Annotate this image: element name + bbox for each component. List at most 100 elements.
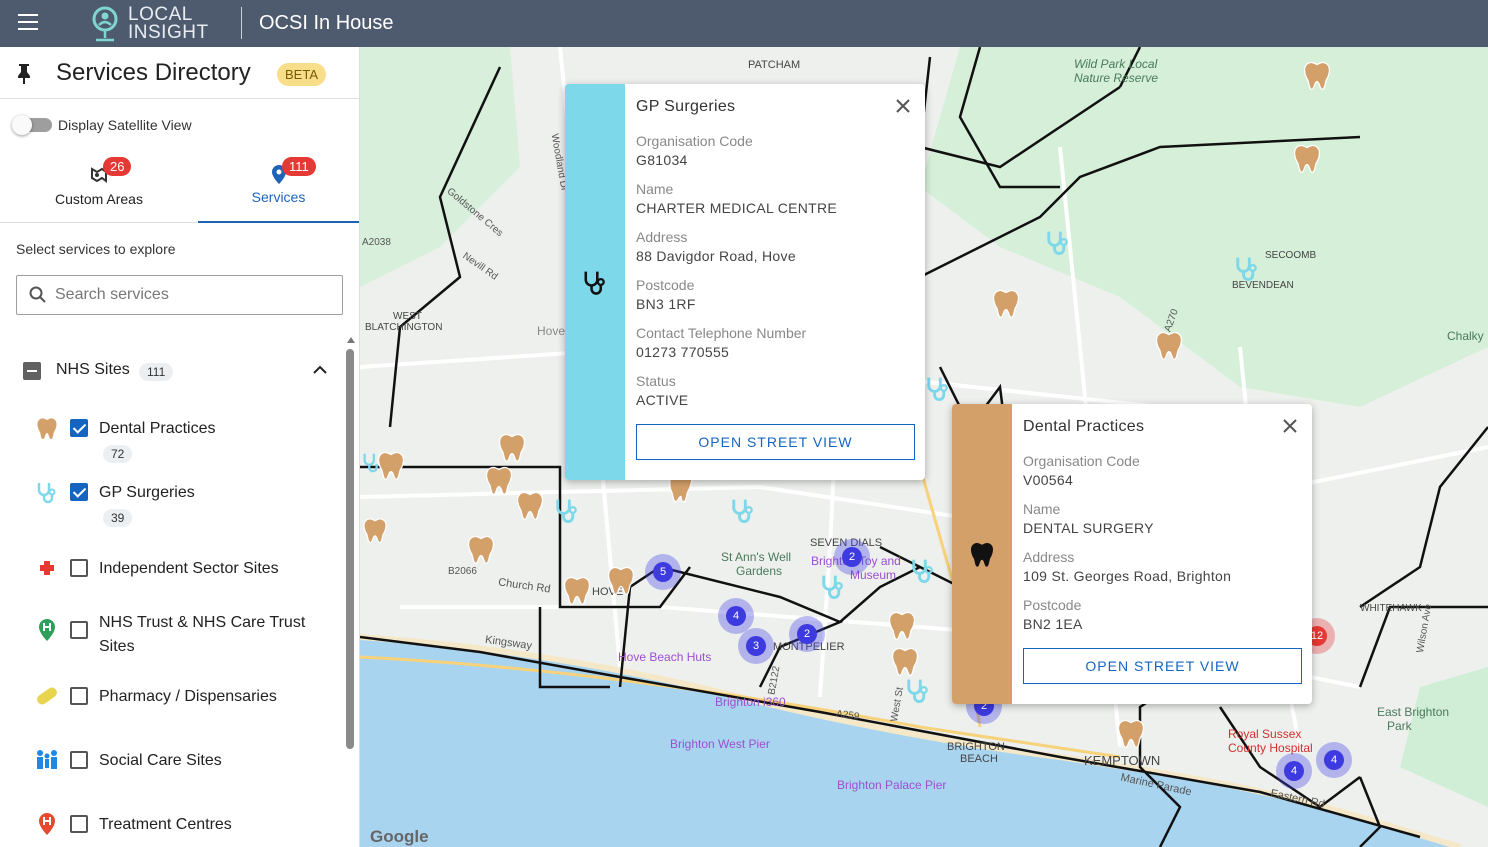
map-label: Royal Sussex bbox=[1228, 727, 1302, 741]
map-cluster[interactable]: 5 bbox=[645, 554, 681, 590]
list-item-social-care: Social Care Sites bbox=[0, 743, 340, 783]
beta-badge: BETA bbox=[277, 63, 326, 86]
dental-marker[interactable] bbox=[1300, 57, 1334, 93]
map-label: Brighton Palace Pier bbox=[837, 778, 947, 792]
gp-marker[interactable] bbox=[818, 571, 848, 601]
map-cluster[interactable]: 4 bbox=[1316, 742, 1352, 778]
dental-marker[interactable] bbox=[1290, 140, 1324, 176]
gp-marker[interactable] bbox=[728, 495, 758, 525]
map-label: WEST bbox=[393, 311, 422, 322]
dental-marker[interactable] bbox=[464, 531, 498, 567]
list-item-nhs-trust: NHS Trust & NHS Care Trust Sites bbox=[0, 605, 340, 661]
pharmacy-checkbox[interactable] bbox=[70, 687, 88, 705]
sidebar-title: Services Directory bbox=[56, 59, 251, 86]
chevron-up-icon[interactable] bbox=[312, 363, 328, 377]
map-cluster[interactable]: 3 bbox=[738, 628, 774, 664]
treatment-centres-checkbox[interactable] bbox=[70, 815, 88, 833]
gp-info-popup: GP Surgeries Organisation Code G81034 Na… bbox=[565, 84, 925, 480]
map-label: Brighton West Pier bbox=[670, 737, 770, 751]
map-cluster[interactable]: 4 bbox=[1276, 753, 1312, 789]
hospital-pin-icon bbox=[39, 619, 55, 641]
map-canvas[interactable]: PATCHAM Wild Park Local Nature Reserve S… bbox=[360, 47, 1488, 847]
independent-sector-checkbox[interactable] bbox=[70, 559, 88, 577]
custom-areas-badge: 26 bbox=[103, 157, 132, 176]
field-label: Organisation Code bbox=[1023, 453, 1140, 469]
people-icon bbox=[37, 750, 57, 769]
gp-surgeries-checkbox[interactable] bbox=[70, 483, 88, 501]
services-badge: 111 bbox=[282, 157, 316, 176]
dental-marker[interactable] bbox=[513, 487, 547, 523]
tab-custom-areas[interactable]: 26 Custom Areas bbox=[0, 151, 198, 223]
map-label: Wild Park Local bbox=[1074, 57, 1158, 71]
dental-marker[interactable] bbox=[482, 462, 516, 498]
gp-marker[interactable] bbox=[903, 675, 933, 705]
search-input[interactable] bbox=[55, 286, 325, 304]
group-indeterminate-checkbox[interactable] bbox=[23, 362, 41, 380]
dental-marker[interactable] bbox=[885, 607, 919, 643]
workspace-title: OCSI In House bbox=[259, 12, 394, 34]
gp-marker[interactable] bbox=[1043, 227, 1073, 257]
name-value: DENTAL SURGERY bbox=[1023, 520, 1154, 536]
treatment-pin-icon bbox=[39, 813, 55, 835]
address-value: 109 St. Georges Road, Brighton bbox=[1023, 568, 1232, 584]
dental-marker[interactable] bbox=[560, 572, 594, 608]
dental-info-popup: Dental Practices Organisation Code V0056… bbox=[952, 404, 1312, 704]
map-label: East Brighton bbox=[1377, 705, 1450, 719]
local-insight-logo[interactable]: LOCAL INSIGHT bbox=[88, 4, 209, 44]
close-icon[interactable] bbox=[895, 98, 911, 114]
gp-marker[interactable] bbox=[923, 373, 953, 403]
dental-marker[interactable] bbox=[1152, 327, 1186, 363]
close-icon[interactable] bbox=[1282, 418, 1298, 434]
dental-practices-checkbox[interactable] bbox=[70, 419, 88, 437]
dental-marker[interactable] bbox=[664, 477, 698, 503]
open-street-view-button[interactable]: OPEN STREET VIEW bbox=[1023, 648, 1302, 684]
list-item-pharmacy: Pharmacy / Dispensaries bbox=[0, 679, 340, 719]
field-label: Address bbox=[636, 229, 688, 245]
cluster-count: 4 bbox=[1284, 761, 1304, 781]
menu-icon[interactable] bbox=[18, 14, 38, 32]
map-cluster[interactable]: 2 bbox=[789, 616, 825, 652]
tab-custom-areas-label: Custom Areas bbox=[55, 191, 143, 207]
field-label: Postcode bbox=[1023, 597, 1082, 613]
tab-services[interactable]: 111 Services bbox=[198, 151, 359, 223]
nhs-trust-checkbox[interactable] bbox=[70, 621, 88, 639]
field-label: Name bbox=[1023, 501, 1061, 517]
gp-surgeries-count: 39 bbox=[103, 509, 133, 527]
sidebar-scrollbar[interactable] bbox=[346, 337, 356, 847]
dental-marker[interactable] bbox=[1114, 715, 1148, 751]
nhs-sites-group[interactable]: NHS Sites 111 bbox=[0, 353, 340, 389]
gp-marker[interactable] bbox=[360, 447, 384, 477]
group-count: 111 bbox=[139, 363, 174, 381]
select-services-label: Select services to explore bbox=[16, 241, 176, 257]
gp-marker[interactable] bbox=[552, 495, 582, 525]
pushpin-icon[interactable] bbox=[16, 63, 32, 85]
dental-marker[interactable] bbox=[495, 429, 529, 465]
map-label: Park bbox=[1387, 719, 1412, 733]
dental-marker[interactable] bbox=[360, 513, 390, 547]
tooth-icon bbox=[971, 542, 993, 567]
dental-marker[interactable] bbox=[989, 285, 1023, 321]
dental-marker[interactable] bbox=[604, 562, 638, 598]
social-care-checkbox[interactable] bbox=[70, 751, 88, 769]
stethoscope-icon bbox=[37, 483, 56, 504]
field-label: Name bbox=[636, 181, 674, 197]
map-label: Nature Reserve bbox=[1074, 71, 1159, 85]
dental-practices-count: 72 bbox=[103, 445, 133, 463]
group-label: NHS Sites bbox=[56, 361, 130, 378]
gp-popup-title: GP Surgeries bbox=[636, 98, 736, 115]
map-label: BRIGHTON bbox=[947, 741, 1005, 753]
gp-marker[interactable] bbox=[1232, 253, 1262, 283]
map-label: B2066 bbox=[448, 566, 477, 577]
field-label: Address bbox=[1023, 549, 1075, 565]
map-label: Hove bbox=[537, 324, 566, 338]
social-care-label: Social Care Sites bbox=[99, 752, 222, 769]
map-label: BLATCHINGTON bbox=[365, 322, 443, 333]
gp-marker[interactable] bbox=[908, 555, 938, 585]
dental-marker[interactable] bbox=[888, 643, 922, 679]
field-label: Postcode bbox=[636, 277, 695, 293]
open-street-view-button[interactable]: OPEN STREET VIEW bbox=[636, 424, 915, 460]
pharmacy-label: Pharmacy / Dispensaries bbox=[99, 688, 277, 705]
field-label: Organisation Code bbox=[636, 133, 753, 149]
map-cluster[interactable]: 2 bbox=[834, 539, 870, 575]
satellite-view-toggle[interactable] bbox=[12, 115, 52, 135]
